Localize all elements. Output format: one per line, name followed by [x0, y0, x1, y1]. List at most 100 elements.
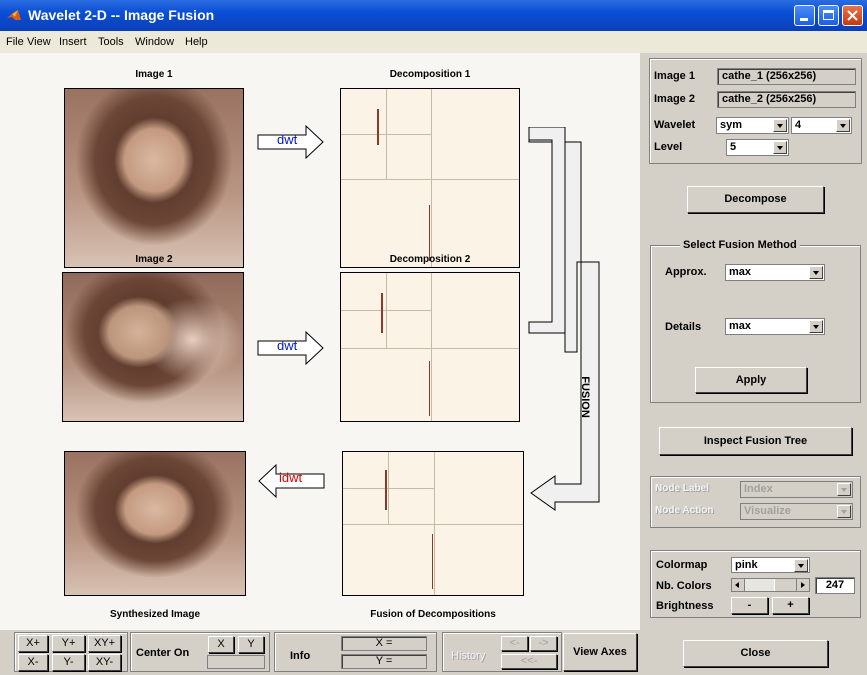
- history-first-button[interactable]: <<-: [501, 654, 557, 669]
- slider-thumb[interactable]: [773, 579, 798, 591]
- matlab-icon: [7, 10, 21, 20]
- x-readout: X =: [341, 636, 427, 651]
- ncolors-label: Nb. Colors: [656, 580, 712, 592]
- slider-right-arrow[interactable]: [796, 579, 809, 591]
- ncolors-slider[interactable]: [731, 578, 810, 592]
- level-value: 5: [730, 141, 737, 153]
- maximize-button[interactable]: [818, 5, 839, 26]
- main-window: Wavelet 2-D -- Image Fusion File View In…: [0, 0, 867, 675]
- image2-axes[interactable]: [62, 272, 244, 422]
- close-button[interactable]: Close: [683, 640, 828, 667]
- chevron-down-icon: [809, 320, 823, 333]
- apply-button[interactable]: Apply: [695, 367, 807, 393]
- wavelet-order-select[interactable]: 4: [791, 117, 852, 134]
- chevron-down-icon: [836, 119, 850, 132]
- window-title: Wavelet 2-D -- Image Fusion: [28, 7, 215, 23]
- menu-tools[interactable]: Tools: [98, 36, 124, 48]
- chevron-down-icon: [773, 141, 787, 154]
- fusion-bracket: [528, 127, 600, 511]
- close-icon: [847, 10, 858, 21]
- synthesized-image-axes[interactable]: [64, 451, 246, 596]
- approx-value: max: [729, 266, 752, 278]
- approx-select[interactable]: max: [725, 264, 825, 281]
- menu-file[interactable]: File: [6, 36, 24, 48]
- menu-insert[interactable]: Insert: [59, 36, 87, 48]
- zoom-x-plus-button[interactable]: X+: [18, 635, 48, 652]
- node-action-value: Visualize: [744, 505, 791, 517]
- info-label: Info: [290, 650, 311, 662]
- decomp2-axes[interactable]: [340, 272, 520, 422]
- wavelet-order-value: 4: [795, 119, 802, 131]
- center-y-button[interactable]: Y: [238, 636, 264, 653]
- zoom-y-plus-button[interactable]: Y+: [52, 635, 85, 652]
- decompose-button[interactable]: Decompose: [687, 186, 824, 213]
- image2-field: cathe_2 (256x256): [717, 91, 856, 108]
- fusion-label: FUSION: [579, 376, 591, 418]
- node-label-value: Index: [744, 483, 773, 495]
- decomp2-title: Decomposition 2: [389, 254, 471, 265]
- close-window-button[interactable]: [842, 5, 863, 26]
- chevron-down-icon: [809, 266, 823, 279]
- colormap-value: pink: [735, 559, 758, 571]
- image1-axes[interactable]: [64, 88, 244, 268]
- chevron-down-icon: [837, 483, 851, 496]
- zoom-y-minus-button[interactable]: Y-: [52, 654, 85, 671]
- menu-window[interactable]: Window: [135, 36, 174, 48]
- brightness-plus-button[interactable]: +: [772, 597, 809, 614]
- approx-label: Approx.: [665, 266, 707, 278]
- zoom-xy-minus-button[interactable]: XY-: [88, 654, 121, 671]
- zoom-x-minus-button[interactable]: X-: [18, 654, 48, 671]
- details-select[interactable]: max: [725, 318, 825, 335]
- plot-area: Image 1 Decomposition 1 Image 2 Decompos…: [0, 53, 640, 630]
- decomp1-title: Decomposition 1: [389, 69, 471, 80]
- maximize-icon: [823, 10, 834, 20]
- colormap-label: Colormap: [656, 559, 708, 571]
- level-label: Level: [654, 141, 683, 153]
- decomp1-axes[interactable]: [340, 88, 520, 268]
- synth-title: Synthesized Image: [109, 609, 201, 620]
- center-on-field: [207, 655, 265, 669]
- y-readout: Y =: [341, 654, 427, 669]
- chevron-down-icon: [773, 119, 787, 132]
- idwt-label: idwt: [279, 470, 303, 485]
- menu-help[interactable]: Help: [185, 36, 208, 48]
- history-forward-button[interactable]: ->: [530, 636, 557, 651]
- image1-label: Image 1: [654, 70, 695, 82]
- node-label-label: Node Label: [655, 483, 709, 494]
- details-label: Details: [665, 321, 702, 333]
- node-action-label: Node Action: [655, 505, 714, 516]
- history-label: History: [451, 650, 486, 662]
- fusion-title: Fusion of Decompositions: [370, 609, 496, 620]
- minimize-icon: [800, 18, 808, 21]
- fusion-decomp-axes[interactable]: [342, 451, 524, 596]
- dwt-label-2: dwt: [277, 338, 298, 353]
- image2-title: Image 2: [135, 254, 173, 265]
- center-x-button[interactable]: X: [208, 636, 234, 653]
- wavelet-label: Wavelet: [654, 119, 696, 131]
- colormap-select[interactable]: pink: [731, 557, 810, 573]
- node-label-select[interactable]: Index: [740, 481, 853, 498]
- image1-field: cathe_1 (256x256): [717, 68, 856, 85]
- slider-left-arrow[interactable]: [732, 579, 745, 591]
- dwt-label-1: dwt: [277, 132, 298, 147]
- minimize-button[interactable]: [794, 5, 815, 26]
- wavelet-family-value: sym: [720, 119, 743, 131]
- chevron-down-icon: [837, 505, 851, 518]
- chevron-down-icon: [794, 559, 808, 572]
- menu-bar: File View Insert Tools Window Help: [0, 31, 867, 53]
- wavelet-family-select[interactable]: sym: [716, 117, 789, 134]
- level-select[interactable]: 5: [726, 139, 789, 156]
- title-bar: Wavelet 2-D -- Image Fusion: [0, 0, 867, 31]
- brightness-label: Brightness: [656, 600, 714, 612]
- menu-view[interactable]: View: [27, 36, 51, 48]
- ncolors-field[interactable]: 247: [815, 577, 855, 594]
- inspect-fusion-tree-button[interactable]: Inspect Fusion Tree: [659, 427, 852, 455]
- history-back-button[interactable]: <-: [501, 636, 528, 651]
- fusion-label-wrap: FUSION: [578, 368, 592, 428]
- zoom-xy-plus-button[interactable]: XY+: [88, 635, 121, 652]
- fusion-method-title: Select Fusion Method: [680, 239, 800, 251]
- view-axes-button[interactable]: View Axes: [563, 633, 637, 671]
- brightness-minus-button[interactable]: -: [731, 597, 768, 614]
- node-action-select[interactable]: Visualize: [740, 503, 853, 520]
- image1-title: Image 1: [135, 69, 173, 80]
